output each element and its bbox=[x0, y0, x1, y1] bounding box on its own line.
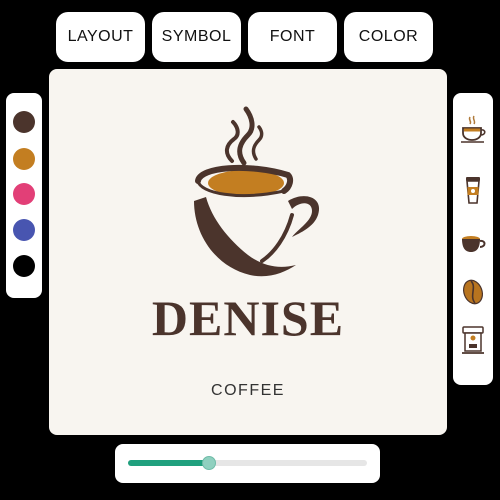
color-swatch-amber[interactable] bbox=[13, 148, 35, 170]
slider-thumb[interactable] bbox=[202, 456, 217, 470]
color-swatch-black[interactable] bbox=[13, 255, 35, 277]
symbol-panel bbox=[453, 93, 493, 385]
size-slider-panel bbox=[115, 444, 380, 483]
color-palette bbox=[6, 93, 42, 298]
steaming-cup-icon[interactable] bbox=[459, 113, 487, 145]
brand-name: DENISE bbox=[151, 290, 345, 346]
takeaway-cup-icon[interactable] bbox=[459, 174, 487, 206]
coffee-cup-logo-icon bbox=[194, 106, 320, 277]
logo-canvas: DENISE COFFEE bbox=[49, 69, 447, 435]
color-swatch-brown[interactable] bbox=[13, 111, 35, 133]
tab-color[interactable]: COLOR bbox=[344, 12, 433, 62]
espresso-machine-icon[interactable] bbox=[459, 323, 487, 355]
slider-track[interactable] bbox=[128, 456, 367, 470]
tab-symbol[interactable]: SYMBOL bbox=[152, 12, 241, 62]
brand-tagline: COFFEE bbox=[211, 382, 285, 399]
tab-layout[interactable]: LAYOUT bbox=[56, 12, 145, 62]
coffee-bean-icon[interactable] bbox=[459, 276, 487, 308]
coffee-cup-icon[interactable] bbox=[459, 227, 487, 259]
tab-font[interactable]: FONT bbox=[248, 12, 337, 62]
slider-fill bbox=[128, 460, 210, 466]
color-swatch-indigo[interactable] bbox=[13, 219, 35, 241]
color-swatch-pink[interactable] bbox=[13, 183, 35, 205]
